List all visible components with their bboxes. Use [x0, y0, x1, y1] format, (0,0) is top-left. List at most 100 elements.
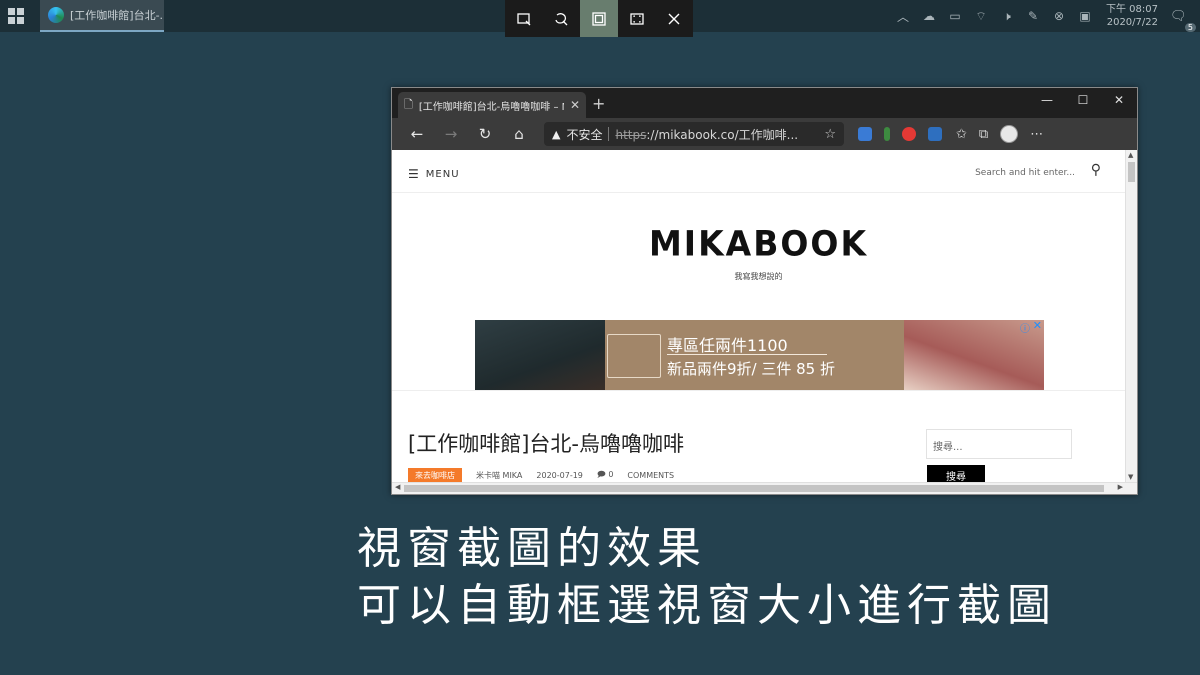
freeform-snip-button[interactable] [543, 0, 581, 37]
horizontal-scroll-thumb[interactable] [404, 485, 1104, 492]
sidebar-search-input[interactable]: 搜尋... [926, 429, 1072, 459]
extensions-bar [858, 127, 942, 141]
forward-button[interactable]: → [434, 125, 468, 143]
hamburger-icon: ☰ [408, 167, 420, 181]
browser-tools: ✩ ⧉ ⋯ [956, 125, 1043, 143]
ad-divider [667, 354, 827, 355]
sidebar-search-button[interactable]: 搜尋 [927, 465, 985, 483]
browser-navbar: ← → ↻ ⌂ ▲ 不安全 https://mikabook.co/工作咖啡..… [392, 118, 1137, 150]
close-icon [668, 13, 680, 24]
caption-text: 視窗截圖的效果 可以自動框選視窗大小進行截圖 [357, 520, 1057, 634]
fullscreen-snip-icon [629, 12, 644, 25]
edge-icon [48, 7, 64, 23]
snip-toolbar [505, 0, 693, 37]
ad-banner[interactable]: 專區任兩件1100 新品兩件9折/ 三件 85 折 ⓘ ✕ [475, 320, 1044, 391]
freeform-snip-icon [555, 12, 568, 25]
rectangle-snip-icon [517, 12, 531, 25]
home-button[interactable]: ⌂ [502, 125, 536, 143]
profile-avatar[interactable] [1000, 125, 1019, 143]
url-text: https://mikabook.co/工作咖啡... [615, 126, 818, 143]
browser-tab[interactable]: 🗋 [工作咖啡館]台北-烏嚕嚕咖啡 – M ✕ [398, 92, 586, 118]
address-separator [608, 127, 610, 141]
site-tagline: 我寫我想說的 [734, 272, 783, 281]
menu-label: MENU [425, 168, 460, 180]
menu-button[interactable]: ☰ MENU [408, 167, 460, 181]
favorite-star-icon[interactable]: ☆ [824, 127, 836, 142]
post-title[interactable]: [工作咖啡館]台北-烏嚕嚕咖啡 [408, 428, 684, 458]
insecure-label: 不安全 [566, 127, 603, 142]
ad-info-icon[interactable]: ⓘ [1020, 320, 1030, 335]
fullscreen-snip-button[interactable] [618, 0, 656, 37]
horizontal-scrollbar[interactable]: ◀ ▶ [392, 482, 1137, 494]
post-author[interactable]: 米卡喵 MIKA [476, 470, 522, 481]
address-bar[interactable]: ▲ 不安全 https://mikabook.co/工作咖啡... ☆ [544, 122, 844, 146]
warning-icon: ▲ [552, 127, 561, 141]
close-snip-button[interactable] [655, 0, 693, 37]
chevron-up-icon[interactable]: ︿ [890, 8, 916, 25]
window-controls: — ☐ ✕ [1029, 88, 1137, 112]
window-icon[interactable]: ▣ [1072, 9, 1098, 23]
pen-icon[interactable]: ✎ [1020, 9, 1046, 23]
tab-close-icon[interactable]: ✕ [570, 98, 580, 112]
window-snip-button[interactable] [580, 0, 618, 37]
code-extension-icon[interactable] [858, 127, 872, 141]
window-snip-icon [592, 11, 606, 26]
tab-title: [工作咖啡館]台北-烏嚕嚕咖啡 – M [418, 101, 564, 113]
site-brand[interactable]: MIKABOOK [392, 223, 1125, 264]
ad-headline: 專區任兩件1100 [667, 336, 788, 355]
collections-icon[interactable]: ⧉ [979, 127, 988, 142]
taskbar-app-label: [工作咖啡館]台北-... [70, 9, 164, 22]
s-extension-icon[interactable] [902, 127, 916, 141]
circle-x-icon[interactable]: ⊗ [1046, 9, 1072, 23]
scroll-left-arrow[interactable]: ◀ [395, 483, 400, 491]
back-button[interactable]: ← [400, 125, 434, 143]
post-meta: 來去咖啡店 米卡喵 MIKA 2020-07-19 🗩 0 COMMENTS [408, 468, 674, 483]
vertical-scroll-thumb[interactable] [1128, 162, 1135, 182]
url-scheme: https [615, 127, 647, 142]
clock-date: 2020/7/22 [1106, 17, 1158, 28]
content-divider [392, 390, 1125, 391]
battery-icon[interactable]: ▭ [942, 9, 968, 23]
ad-brand-logo [607, 334, 661, 378]
notification-count: 5 [1184, 22, 1196, 32]
category-badge[interactable]: 來去咖啡店 [408, 468, 462, 483]
page-icon: 🗋 [404, 97, 413, 111]
clock-time: 下午 08:07 [1106, 4, 1158, 15]
plant-extension-icon[interactable] [884, 127, 890, 141]
new-tab-button[interactable]: + [592, 94, 605, 113]
favorites-icon[interactable]: ✩ [956, 127, 967, 142]
refresh-button[interactable]: ↻ [468, 125, 502, 143]
rectangular-snip-button[interactable] [505, 0, 543, 37]
browser-titlebar: 🗋 [工作咖啡館]台北-烏嚕嚕咖啡 – M ✕ + — ☐ ✕ [392, 88, 1137, 118]
caption-line-1: 視窗截圖的效果 [357, 523, 707, 574]
url-rest: ://mikabook.co/工作咖啡... [646, 127, 799, 142]
ad-subline: 新品兩件9折/ 三件 85 折 [667, 360, 835, 378]
scroll-up-arrow[interactable]: ▲ [1128, 151, 1133, 159]
ad-model-image-left [475, 320, 605, 391]
maximize-button[interactable]: ☐ [1065, 88, 1101, 112]
system-tray: ︿ ☁ ▭ ⌔ 🕨 ✎ ⊗ ▣ 下午 08:07 2020/7/22 🗨 5 [890, 0, 1200, 32]
scroll-down-arrow[interactable]: ▼ [1128, 473, 1133, 481]
ad-close-icon[interactable]: ✕ [1033, 320, 1042, 332]
scroll-right-arrow[interactable]: ▶ [1118, 483, 1123, 491]
volume-muted-icon[interactable]: 🕨 [994, 9, 1020, 24]
search-icon[interactable]: ⚲ [1091, 162, 1101, 178]
minimize-button[interactable]: — [1029, 88, 1065, 112]
comments-link[interactable]: COMMENTS [627, 471, 674, 480]
close-window-button[interactable]: ✕ [1101, 88, 1137, 112]
wifi-icon[interactable]: ⌔ [968, 9, 994, 24]
browser-window[interactable]: 🗋 [工作咖啡館]台北-烏嚕嚕咖啡 – M ✕ + — ☐ ✕ ← → ↻ ⌂ … [391, 87, 1138, 495]
more-menu-icon[interactable]: ⋯ [1030, 127, 1043, 142]
vertical-scrollbar[interactable]: ▲ ▼ [1125, 150, 1137, 482]
clock[interactable]: 下午 08:07 2020/7/22 [1098, 3, 1158, 29]
save-extension-icon[interactable] [928, 127, 942, 141]
cloud-icon[interactable]: ☁ [916, 9, 942, 23]
caption-line-2: 可以自動框選視窗大小進行截圖 [357, 580, 1057, 631]
taskbar-edge-app[interactable]: [工作咖啡館]台北-... [40, 0, 164, 32]
notification-center-icon[interactable]: 🗨 5 [1170, 9, 1196, 32]
site-search-input[interactable]: Search and hit enter... [975, 168, 1075, 178]
header-divider [392, 192, 1125, 193]
comment-count[interactable]: 🗩 0 [597, 469, 614, 483]
comment-count-value: 0 [608, 469, 614, 479]
windows-start-icon[interactable] [8, 8, 24, 24]
